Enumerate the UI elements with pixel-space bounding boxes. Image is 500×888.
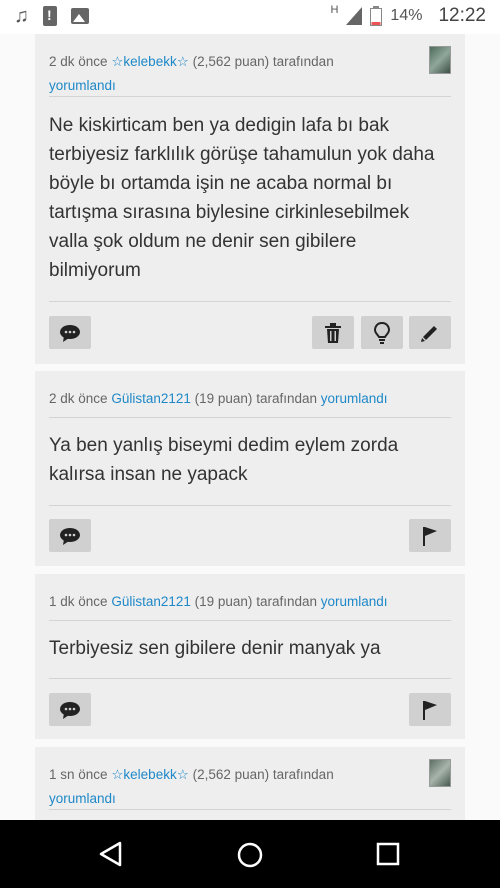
comment-text: Ne kiskirticam ben ya dedigin lafa bı ba… [49,115,435,281]
navigation-bar [0,820,500,888]
author-link[interactable]: ☆kelebekk☆ [111,767,189,782]
signal-icon [346,7,363,25]
author-link[interactable]: Gülistan2121 [111,594,191,609]
comment-text: Ya ben yanlış biseymi dedim eylem zorda … [49,435,399,485]
battery-icon [370,6,383,26]
commented-link[interactable]: yorumlandı [321,594,388,609]
reply-button[interactable] [49,693,91,726]
comment-meta: 2 dk önce Gülistan2121 (19 puan) tarafın… [49,391,388,406]
flag-button[interactable] [409,519,451,552]
comment-meta: 1 sn önce ☆kelebekk☆ (2,562 puan) tarafı… [49,767,334,806]
recents-icon[interactable] [376,842,400,866]
comment-card: 2 dk önce ☆kelebekk☆ (2,562 puan) tarafı… [35,34,465,364]
speech-bubble-icon [60,324,80,342]
divider [49,96,451,97]
delete-button[interactable] [312,316,354,349]
comment-meta: 2 dk önce ☆kelebekk☆ (2,562 puan) tarafı… [49,54,334,93]
commented-link[interactable]: yorumlandı [49,791,116,806]
trash-icon [325,322,341,343]
divider [49,301,451,302]
clock: 12:22 [438,5,486,26]
commented-link[interactable]: yorumlandı [49,78,116,93]
reply-button[interactable] [49,519,91,552]
author-link[interactable]: Gülistan2121 [111,391,191,406]
comment-card: 1 sn önce ☆kelebekk☆ (2,562 puan) tarafı… [35,747,465,820]
divider [49,505,451,506]
image-icon [71,8,89,24]
divider [49,678,451,679]
avatar[interactable] [429,759,451,787]
warning-icon [43,6,57,26]
comment-text: Terbiyesiz sen gibilere denir manyak ya [49,638,381,659]
network-type: H [330,4,339,16]
back-icon[interactable] [98,841,124,867]
speech-bubble-icon [60,527,80,545]
hint-button[interactable] [361,316,403,349]
flag-icon [423,526,437,546]
commented-link[interactable]: yorumlandı [321,391,388,406]
music-icon: ♫ [14,5,29,27]
battery-percent: 14% [390,7,423,24]
lightbulb-icon [374,321,390,344]
flag-button[interactable] [409,693,451,726]
comment-feed[interactable]: 2 dk önce ☆kelebekk☆ (2,562 puan) tarafı… [0,34,500,820]
pencil-icon [421,325,437,342]
flag-icon [423,700,437,720]
edit-button[interactable] [409,316,451,349]
comment-card: 1 dk önce Gülistan2121 (19 puan) tarafın… [35,574,465,739]
divider [49,620,451,621]
reply-button[interactable] [49,316,91,349]
author-link[interactable]: ☆kelebekk☆ [111,54,189,69]
divider [49,417,451,418]
speech-bubble-icon [60,701,80,719]
comment-meta: 1 dk önce Gülistan2121 (19 puan) tarafın… [49,594,388,609]
avatar[interactable] [429,46,451,74]
status-bar: ♫ H 14% 12:22 [0,0,500,34]
divider [49,809,451,810]
home-icon[interactable] [236,841,264,869]
comment-card: 2 dk önce Gülistan2121 (19 puan) tarafın… [35,371,465,566]
